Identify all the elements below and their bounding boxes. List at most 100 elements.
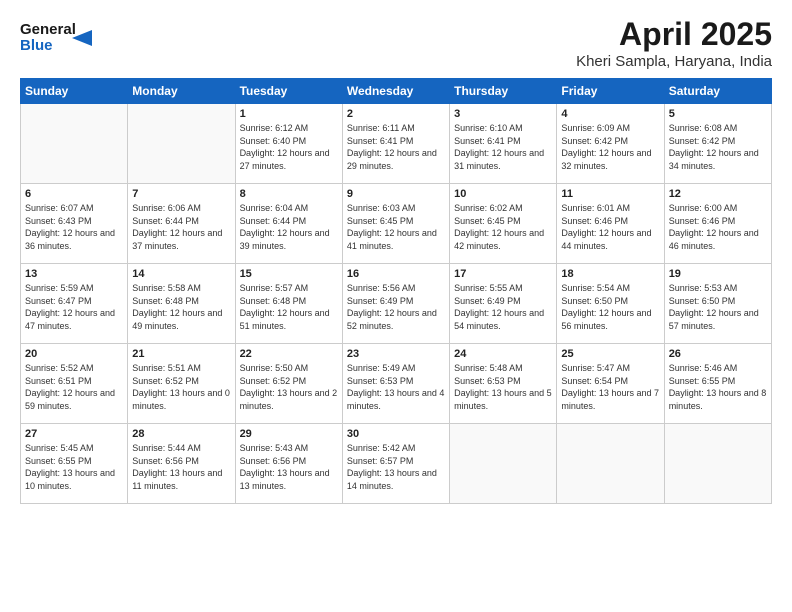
calendar-title: April 2025: [576, 16, 772, 53]
day-header-tuesday: Tuesday: [235, 79, 342, 104]
day-info: Sunrise: 5:54 AM Sunset: 6:50 PM Dayligh…: [561, 282, 659, 332]
day-number: 22: [240, 348, 338, 360]
day-header-sunday: Sunday: [21, 79, 128, 104]
calendar-body: 1 Sunrise: 6:12 AM Sunset: 6:40 PM Daylig…: [21, 104, 772, 504]
calendar-cell: 18 Sunrise: 5:54 AM Sunset: 6:50 PM Dayli…: [557, 264, 664, 344]
calendar-cell: 27 Sunrise: 5:45 AM Sunset: 6:55 PM Dayli…: [21, 424, 128, 504]
calendar-cell: 12Sunrise: 6:00 AM Sunset: 6:46 PM Dayli…: [664, 184, 771, 264]
week-row-3: 20 Sunrise: 5:52 AM Sunset: 6:51 PM Dayli…: [21, 344, 772, 424]
day-info: Sunrise: 5:58 AM Sunset: 6:48 PM Dayligh…: [132, 282, 230, 332]
day-info: Sunrise: 6:01 AM Sunset: 6:46 PM Dayligh…: [561, 202, 659, 252]
calendar-cell: [664, 424, 771, 504]
calendar-cell: 21Sunrise: 5:51 AM Sunset: 6:52 PM Dayli…: [128, 344, 235, 424]
day-info: Sunrise: 6:11 AM Sunset: 6:41 PM Dayligh…: [347, 122, 445, 172]
day-info: Sunrise: 6:04 AM Sunset: 6:44 PM Dayligh…: [240, 202, 338, 252]
day-info: Sunrise: 5:55 AM Sunset: 6:49 PM Dayligh…: [454, 282, 552, 332]
day-number: 26: [669, 348, 767, 360]
day-number: 17: [454, 268, 552, 280]
day-number: 29: [240, 428, 338, 440]
day-header-saturday: Saturday: [664, 79, 771, 104]
day-number: 5: [669, 108, 767, 120]
day-info: Sunrise: 5:46 AM Sunset: 6:55 PM Dayligh…: [669, 362, 767, 412]
calendar-cell: 16Sunrise: 5:56 AM Sunset: 6:49 PM Dayli…: [342, 264, 449, 344]
day-info: Sunrise: 6:03 AM Sunset: 6:45 PM Dayligh…: [347, 202, 445, 252]
day-number: 19: [669, 268, 767, 280]
calendar-cell: 29 Sunrise: 5:43 AM Sunset: 6:56 PM Dayli…: [235, 424, 342, 504]
day-number: 20: [25, 348, 123, 360]
day-number: 3: [454, 108, 552, 120]
day-number: 15: [240, 268, 338, 280]
header: General Blue April 2025 Kheri Sampla, Ha…: [20, 16, 772, 70]
day-number: 14: [132, 268, 230, 280]
day-info: Sunrise: 5:50 AM Sunset: 6:52 PM Dayligh…: [240, 362, 338, 412]
day-number: 6: [25, 188, 123, 200]
day-header-wednesday: Wednesday: [342, 79, 449, 104]
calendar-cell: 10 Sunrise: 6:02 AM Sunset: 6:45 PM Dayli…: [450, 184, 557, 264]
calendar-cell: 2 Sunrise: 6:11 AM Sunset: 6:41 PM Daylig…: [342, 104, 449, 184]
calendar-table: SundayMondayTuesdayWednesdayThursdayFrid…: [20, 78, 772, 504]
day-number: 10: [454, 188, 552, 200]
day-number: 30: [347, 428, 445, 440]
days-header-row: SundayMondayTuesdayWednesdayThursdayFrid…: [21, 79, 772, 104]
day-number: 11: [561, 188, 659, 200]
calendar-cell: 11 Sunrise: 6:01 AM Sunset: 6:46 PM Dayli…: [557, 184, 664, 264]
day-info: Sunrise: 5:43 AM Sunset: 6:56 PM Dayligh…: [240, 442, 338, 492]
day-number: 7: [132, 188, 230, 200]
title-area: April 2025 Kheri Sampla, Haryana, India: [576, 16, 772, 70]
day-info: Sunrise: 5:57 AM Sunset: 6:48 PM Dayligh…: [240, 282, 338, 332]
day-number: 24: [454, 348, 552, 360]
day-info: Sunrise: 6:06 AM Sunset: 6:44 PM Dayligh…: [132, 202, 230, 252]
day-number: 4: [561, 108, 659, 120]
day-info: Sunrise: 6:12 AM Sunset: 6:40 PM Dayligh…: [240, 122, 338, 172]
logo-area: General Blue: [20, 16, 100, 63]
day-info: Sunrise: 5:53 AM Sunset: 6:50 PM Dayligh…: [669, 282, 767, 332]
calendar-cell: 5 Sunrise: 6:08 AM Sunset: 6:42 PM Daylig…: [664, 104, 771, 184]
calendar-cell: 26 Sunrise: 5:46 AM Sunset: 6:55 PM Dayli…: [664, 344, 771, 424]
day-number: 2: [347, 108, 445, 120]
day-header-thursday: Thursday: [450, 79, 557, 104]
calendar-cell: [557, 424, 664, 504]
day-info: Sunrise: 5:45 AM Sunset: 6:55 PM Dayligh…: [25, 442, 123, 492]
day-number: 9: [347, 188, 445, 200]
calendar-cell: 1 Sunrise: 6:12 AM Sunset: 6:40 PM Daylig…: [235, 104, 342, 184]
calendar-cell: 25 Sunrise: 5:47 AM Sunset: 6:54 PM Dayli…: [557, 344, 664, 424]
calendar-cell: [450, 424, 557, 504]
calendar-cell: 6 Sunrise: 6:07 AM Sunset: 6:43 PM Daylig…: [21, 184, 128, 264]
calendar-cell: [128, 104, 235, 184]
day-info: Sunrise: 5:47 AM Sunset: 6:54 PM Dayligh…: [561, 362, 659, 412]
day-info: Sunrise: 6:08 AM Sunset: 6:42 PM Dayligh…: [669, 122, 767, 172]
week-row-1: 6 Sunrise: 6:07 AM Sunset: 6:43 PM Daylig…: [21, 184, 772, 264]
day-info: Sunrise: 5:44 AM Sunset: 6:56 PM Dayligh…: [132, 442, 230, 492]
day-number: 1: [240, 108, 338, 120]
day-number: 8: [240, 188, 338, 200]
calendar-cell: 20 Sunrise: 5:52 AM Sunset: 6:51 PM Dayli…: [21, 344, 128, 424]
day-number: 25: [561, 348, 659, 360]
day-info: Sunrise: 5:49 AM Sunset: 6:53 PM Dayligh…: [347, 362, 445, 412]
svg-text:General: General: [20, 21, 76, 38]
day-number: 28: [132, 428, 230, 440]
calendar-cell: 17 Sunrise: 5:55 AM Sunset: 6:49 PM Dayli…: [450, 264, 557, 344]
day-info: Sunrise: 5:52 AM Sunset: 6:51 PM Dayligh…: [25, 362, 123, 412]
week-row-0: 1 Sunrise: 6:12 AM Sunset: 6:40 PM Daylig…: [21, 104, 772, 184]
day-number: 18: [561, 268, 659, 280]
day-info: Sunrise: 5:56 AM Sunset: 6:49 PM Dayligh…: [347, 282, 445, 332]
day-info: Sunrise: 5:42 AM Sunset: 6:57 PM Dayligh…: [347, 442, 445, 492]
week-row-4: 27 Sunrise: 5:45 AM Sunset: 6:55 PM Dayli…: [21, 424, 772, 504]
day-header-monday: Monday: [128, 79, 235, 104]
day-info: Sunrise: 6:07 AM Sunset: 6:43 PM Dayligh…: [25, 202, 123, 252]
day-info: Sunrise: 5:59 AM Sunset: 6:47 PM Dayligh…: [25, 282, 123, 332]
calendar-cell: 13Sunrise: 5:59 AM Sunset: 6:47 PM Dayli…: [21, 264, 128, 344]
day-header-friday: Friday: [557, 79, 664, 104]
calendar-cell: 7 Sunrise: 6:06 AM Sunset: 6:44 PM Daylig…: [128, 184, 235, 264]
day-number: 21: [132, 348, 230, 360]
day-info: Sunrise: 6:02 AM Sunset: 6:45 PM Dayligh…: [454, 202, 552, 252]
calendar-cell: 3 Sunrise: 6:10 AM Sunset: 6:41 PM Daylig…: [450, 104, 557, 184]
day-info: Sunrise: 6:10 AM Sunset: 6:41 PM Dayligh…: [454, 122, 552, 172]
calendar-cell: 28 Sunrise: 5:44 AM Sunset: 6:56 PM Dayli…: [128, 424, 235, 504]
day-info: Sunrise: 6:09 AM Sunset: 6:42 PM Dayligh…: [561, 122, 659, 172]
calendar-cell: 30 Sunrise: 5:42 AM Sunset: 6:57 PM Dayli…: [342, 424, 449, 504]
week-row-2: 13Sunrise: 5:59 AM Sunset: 6:47 PM Dayli…: [21, 264, 772, 344]
page: General Blue April 2025 Kheri Sampla, Ha…: [0, 0, 792, 612]
calendar-cell: 4 Sunrise: 6:09 AM Sunset: 6:42 PM Daylig…: [557, 104, 664, 184]
day-number: 27: [25, 428, 123, 440]
